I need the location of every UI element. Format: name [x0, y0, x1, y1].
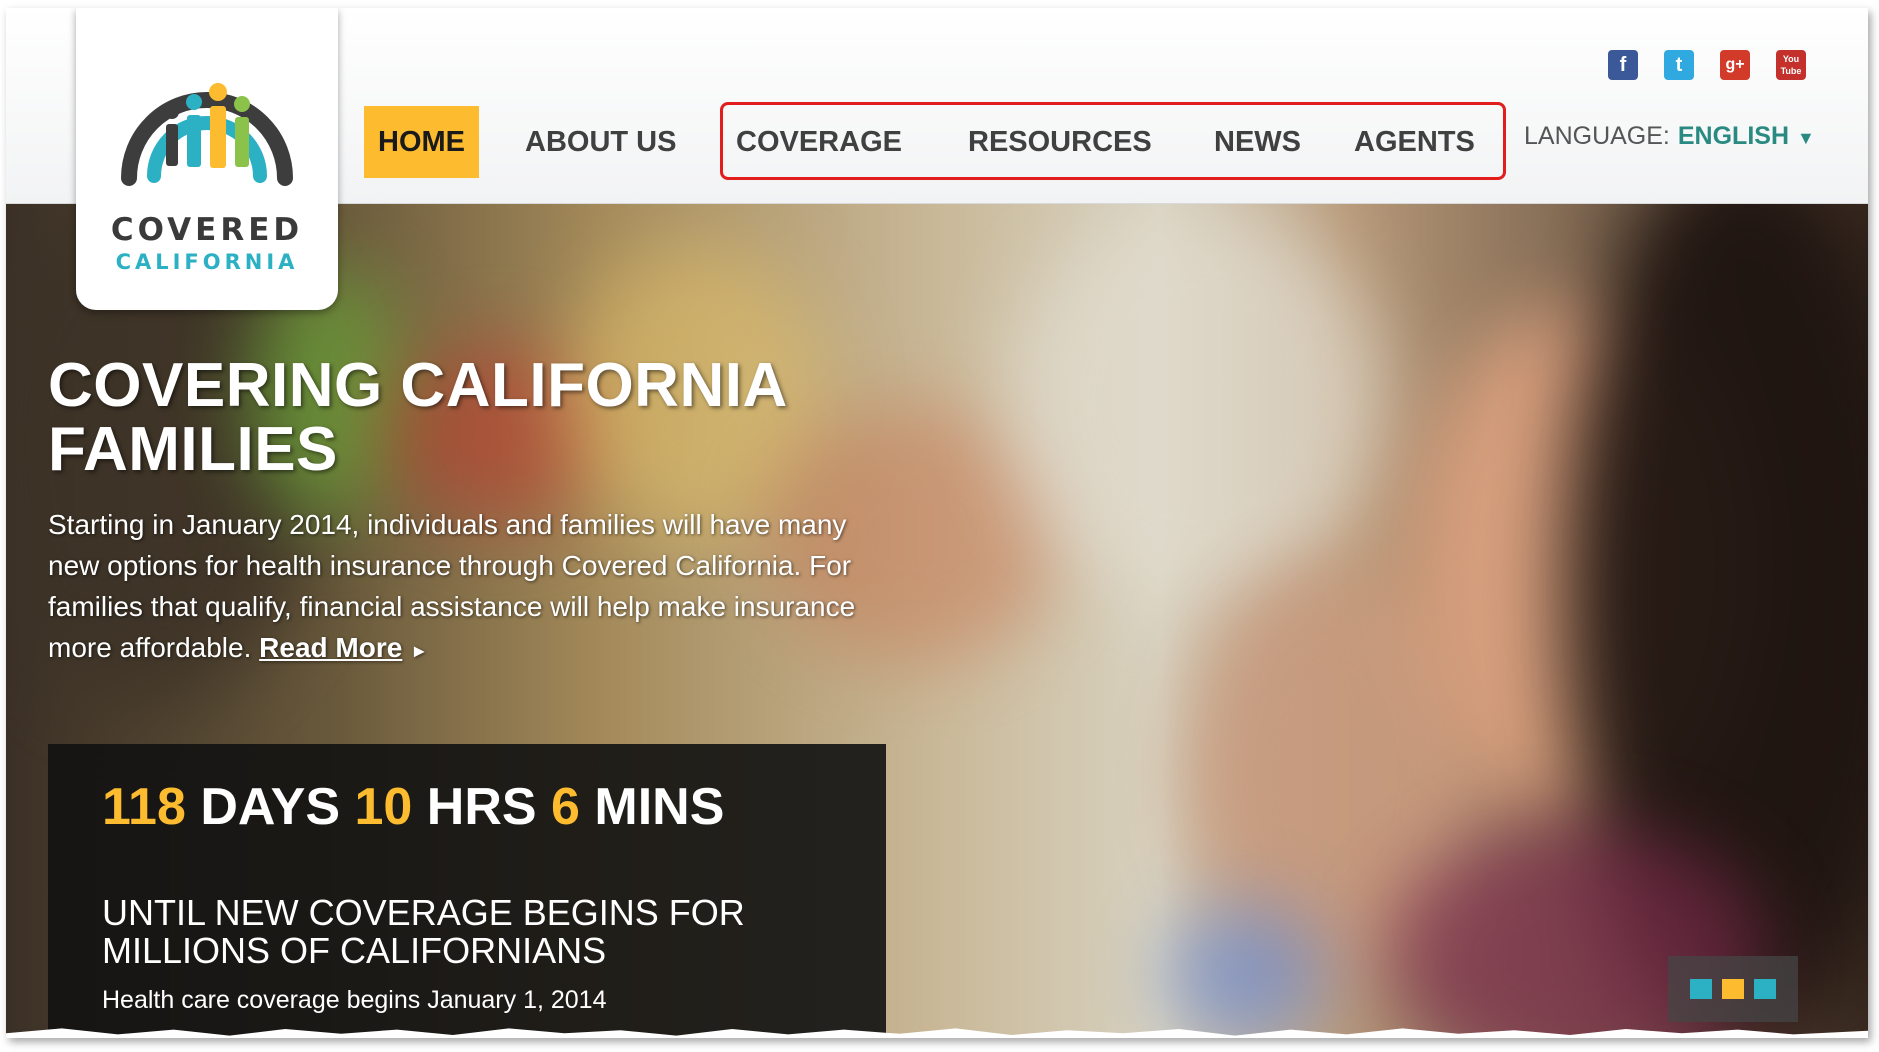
countdown-hours-label: HRS [426, 778, 537, 836]
play-arrow-icon[interactable]: ► [410, 641, 428, 661]
logo-text-california: CALIFORNIA [115, 250, 299, 274]
language-label: LANGUAGE: [1524, 122, 1670, 150]
slider-pagination [1668, 956, 1798, 1022]
nav-about-us[interactable]: ABOUT US [511, 106, 690, 178]
nav-news[interactable]: NEWS [1200, 106, 1315, 178]
nav-coverage[interactable]: COVERAGE [722, 106, 916, 178]
countdown-note: Health care coverage begins January 1, 2… [102, 986, 607, 1014]
hero-title-line2: FAMILIES [48, 415, 338, 484]
nav-home[interactable]: HOME [364, 106, 479, 178]
hero-title: COVERING CALIFORNIA FAMILIES [48, 354, 948, 482]
slider-dot-1[interactable] [1690, 979, 1712, 999]
google-plus-icon[interactable]: g+ [1720, 50, 1750, 80]
hero-title-line1: COVERING CALIFORNIA [48, 351, 788, 420]
covered-california-logo-icon [121, 83, 293, 186]
hero-description: Starting in January 2014, individuals an… [48, 504, 888, 672]
countdown-subtitle: UNTIL NEW COVERAGE BEGINS FOR MILLIONS O… [102, 894, 862, 970]
read-more-link[interactable]: Read More [259, 632, 402, 663]
logo-text-covered: COVERED [110, 212, 304, 248]
chevron-down-icon[interactable]: ▼ [1797, 128, 1815, 148]
youtube-icon[interactable]: You Tube [1776, 50, 1806, 80]
hero-copy-text: Starting in January 2014, individuals an… [48, 509, 856, 663]
countdown-panel: 118 DAYS 10 HRS 6 MINS UNTIL NEW COVERAG… [48, 744, 886, 1038]
slider-dot-3[interactable] [1754, 979, 1776, 999]
slider-dot-2[interactable] [1722, 979, 1744, 999]
countdown-hours: 10 [354, 778, 413, 836]
language-selector[interactable]: LANGUAGE: ENGLISH ▼ [1524, 122, 1815, 151]
countdown-days: 118 [102, 778, 186, 836]
facebook-icon[interactable]: f [1608, 50, 1638, 80]
countdown-timer: 118 DAYS 10 HRS 6 MINS [102, 780, 862, 834]
countdown-subtitle-line2: MILLIONS OF CALIFORNIANS [102, 930, 607, 971]
social-links: f t g+ You Tube [1608, 50, 1806, 80]
hero-photo-blur [1006, 204, 1386, 604]
countdown-days-label: DAYS [200, 778, 341, 836]
browser-page: COVERED CALIFORNIA f t g+ You Tube HOME … [6, 8, 1868, 1038]
nav-resources[interactable]: RESOURCES [954, 106, 1166, 178]
hero-photo-pacifier [1166, 904, 1326, 1038]
language-value[interactable]: ENGLISH [1678, 122, 1789, 150]
site-header: COVERED CALIFORNIA f t g+ You Tube HOME … [6, 8, 1868, 310]
countdown-subtitle-line1: UNTIL NEW COVERAGE BEGINS FOR [102, 892, 745, 933]
countdown-mins-label: MINS [594, 778, 725, 836]
hero-banner: COVERING CALIFORNIA FAMILIES Starting in… [6, 204, 1868, 1038]
logo[interactable]: COVERED CALIFORNIA [76, 8, 338, 310]
nav-agents[interactable]: AGENTS [1340, 106, 1489, 178]
countdown-mins: 6 [551, 778, 580, 836]
twitter-icon[interactable]: t [1664, 50, 1694, 80]
